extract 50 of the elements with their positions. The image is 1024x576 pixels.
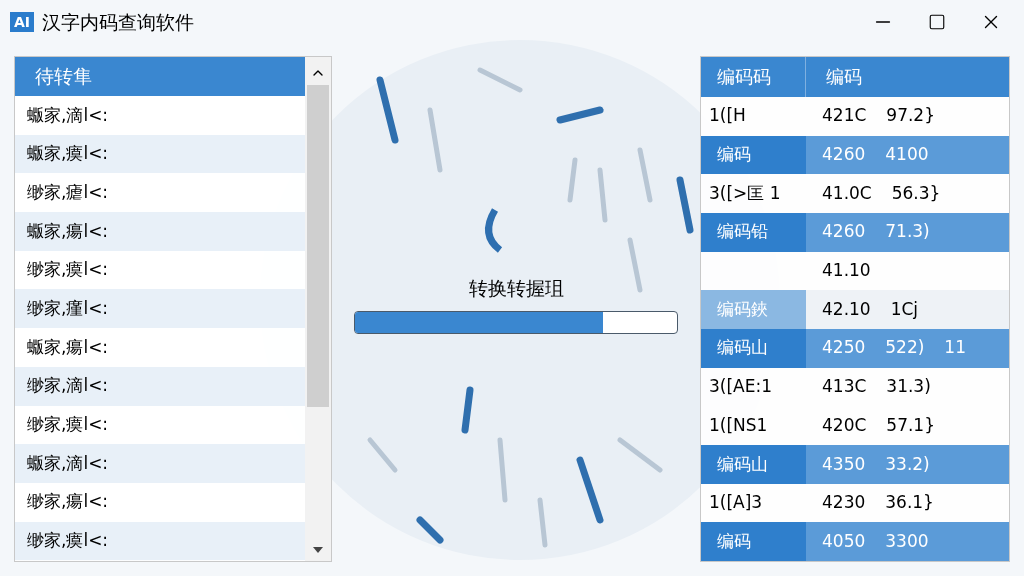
table-cell: 3([>匡 1 bbox=[701, 174, 806, 213]
table-cell-text: 11 bbox=[944, 336, 966, 360]
progress-label: 转换转握珇 bbox=[468, 276, 564, 302]
table-cell: 1([H bbox=[701, 96, 806, 136]
table-cell: 编码山 bbox=[701, 328, 806, 368]
table-cell-text: 56.3} bbox=[891, 181, 941, 205]
table-cell-text: 4230 bbox=[822, 491, 866, 515]
table-cell: 编码 bbox=[701, 135, 806, 175]
table-cell-text: 420C bbox=[822, 413, 867, 437]
table-cell-text: 36.1} bbox=[885, 491, 934, 515]
table-cell-text: 4350 bbox=[822, 452, 866, 476]
table-cell: 1([A]3 bbox=[701, 483, 806, 523]
table-cell-text: 71.3) bbox=[885, 220, 930, 244]
table-cell-text: 413C bbox=[822, 375, 867, 399]
table-cell: 编码 bbox=[701, 522, 806, 561]
list-item[interactable]: 缈家,瘼l<: bbox=[15, 521, 305, 561]
scroll-down-icon[interactable] bbox=[313, 547, 323, 553]
table-cell-text: 522) bbox=[885, 336, 925, 360]
table-cell-text: 31.3) bbox=[886, 375, 931, 399]
list-item[interactable]: 蝂家,瘼l<: bbox=[15, 134, 305, 174]
table-cell: 编码山 bbox=[701, 444, 806, 484]
table-cell-text: 33.2) bbox=[885, 452, 930, 476]
scrollbar[interactable] bbox=[305, 57, 331, 561]
table-cell-text: 4260 bbox=[822, 143, 866, 167]
table-cell-text: 41.10 bbox=[822, 259, 871, 283]
list-item[interactable]: 蝂家,瘍l<: bbox=[15, 212, 305, 251]
table-cell: 1([NS1 bbox=[701, 406, 806, 445]
table-cell-text: 97.2} bbox=[886, 104, 935, 128]
table-cell: 编码铅 bbox=[701, 212, 806, 252]
table-cell-text: 1Cj bbox=[890, 297, 919, 321]
list-header: 待转隼 bbox=[15, 57, 305, 96]
table-cell-text: 42.10 bbox=[822, 297, 871, 321]
table-cell-text: 4260 bbox=[822, 220, 866, 244]
table-cell-text: 4050 bbox=[822, 529, 866, 553]
table-cell-text: 421C bbox=[822, 104, 867, 128]
table-cell-text: 41.0C bbox=[822, 181, 872, 205]
table-cell-text: 4100 bbox=[885, 143, 929, 167]
table-cell-text: 57.1} bbox=[886, 413, 935, 437]
column-header: 编码码 bbox=[701, 57, 806, 97]
maximize-icon[interactable] bbox=[928, 13, 946, 31]
table-cell: 3([AE:1 bbox=[701, 367, 806, 407]
list-item[interactable]: 蝂家,滴l<: bbox=[15, 444, 305, 483]
list-item[interactable]: 缈家,瘽l<: bbox=[15, 289, 305, 329]
app-logo: AI bbox=[10, 12, 35, 32]
table-cell-text: 4250 bbox=[822, 336, 866, 360]
column-header: 编码 bbox=[825, 65, 863, 90]
window-title: 汉字内码查询软件 bbox=[42, 9, 195, 35]
list-item[interactable]: 缈家,滴l<: bbox=[15, 366, 305, 406]
table-cell: 编码鋏 bbox=[701, 290, 806, 329]
table-cell-text: 3300 bbox=[885, 529, 929, 553]
